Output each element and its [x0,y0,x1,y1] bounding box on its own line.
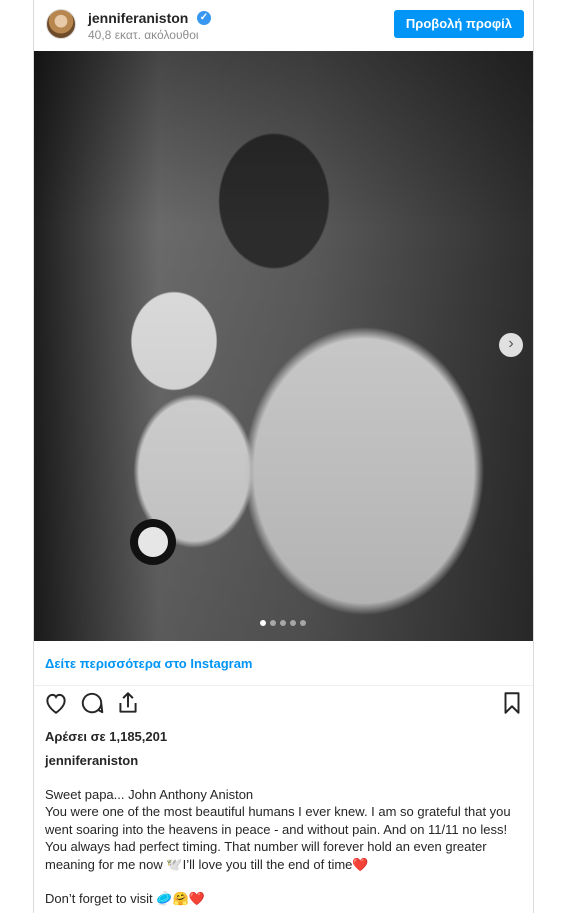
post-caption: Sweet papa... John Anthony Aniston You w… [45,786,525,907]
post-photo[interactable]: › [34,51,533,641]
caption-line-1: Sweet papa... John Anthony Aniston [45,787,254,802]
see-more-section: Δείτε περισσότερα στο Instagram [34,641,533,686]
caption-line-3: Don’t forget to visit 🥏🤗❤️ [45,891,205,907]
like-heart-icon[interactable] [43,690,69,716]
share-icon[interactable] [115,690,141,716]
carousel-dot [280,620,286,626]
photo-shading [34,51,533,641]
see-more-instagram-link[interactable]: Δείτε περισσότερα στο Instagram [45,656,253,671]
caption-line-2: You were one of the most beautiful human… [45,804,511,872]
comment-icon[interactable] [79,690,105,716]
verified-badge-icon: ✓ [197,11,211,25]
like-count: Αρέσει σε 1,185,201 [45,729,168,744]
action-bar [34,690,533,726]
profile-avatar[interactable] [46,9,76,39]
instagram-embed-card: jenniferaniston ✓ 40,8 εκατ. ακόλουθοι Π… [33,0,534,913]
carousel-dot [260,620,266,626]
follower-count: 40,8 εκατ. ακόλουθοι [88,28,199,42]
carousel-dot [300,620,306,626]
photo-watch-face [138,527,168,557]
carousel-dots [260,620,306,626]
caption-username[interactable]: jenniferaniston [45,753,138,768]
save-bookmark-icon[interactable] [499,690,525,716]
carousel-dot [290,620,296,626]
post-header: jenniferaniston ✓ 40,8 εκατ. ακόλουθοι Π… [34,0,533,50]
header-username[interactable]: jenniferaniston [88,10,188,26]
carousel-dot [270,620,276,626]
view-profile-button[interactable]: Προβολή προφίλ [393,10,524,38]
next-slide-arrow-icon[interactable]: › [499,333,523,357]
